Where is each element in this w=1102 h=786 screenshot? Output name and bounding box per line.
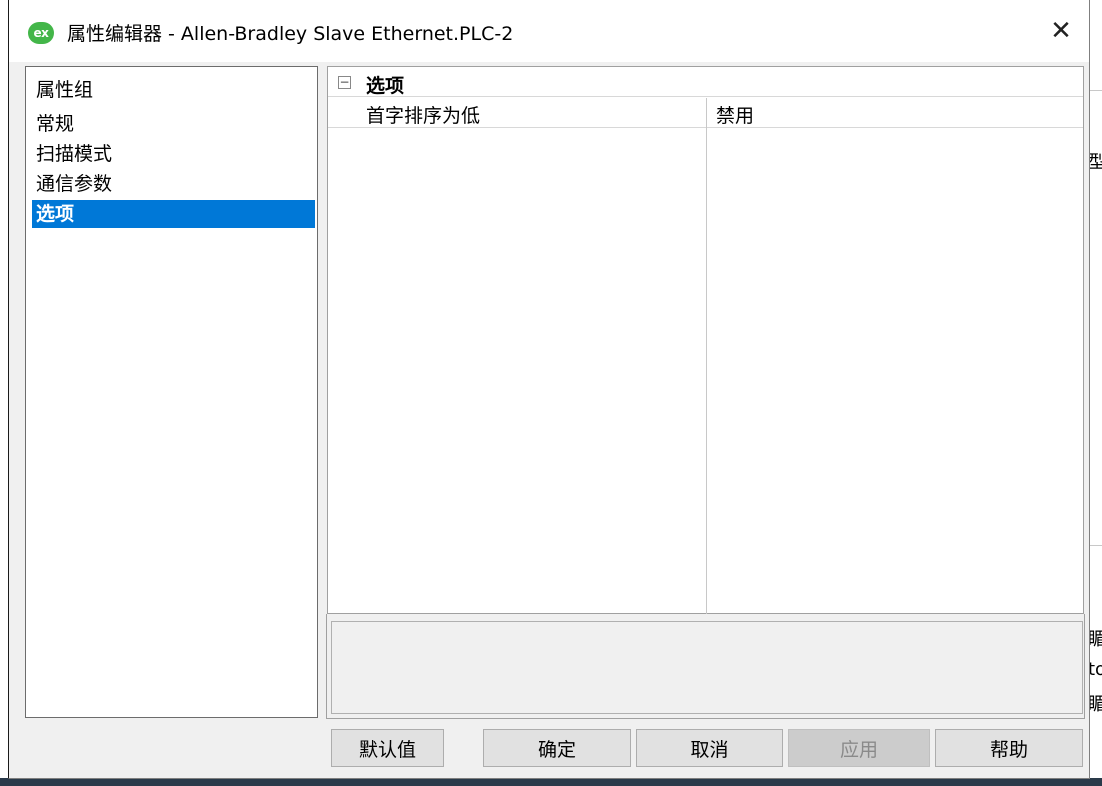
background-text: 睸 [1090, 629, 1102, 650]
section-label: 选项 [366, 75, 405, 97]
property-name: 首字排序为低 [366, 105, 481, 127]
property-groups-header: 属性组 [36, 79, 94, 101]
background-text: 睸 [1090, 694, 1102, 715]
taskbar-strip [0, 778, 1102, 786]
section-row-options: − 选项 [328, 67, 1083, 97]
background-text: 型 [1090, 152, 1102, 173]
description-box [331, 621, 1083, 714]
window-title: 属性编辑器 - Allen-Bradley Slave Ethernet.PLC… [67, 23, 514, 45]
app-icon: ex [28, 22, 54, 44]
background-text: to [1090, 659, 1102, 680]
group-item-communication-params[interactable]: 通信参数 [32, 170, 315, 198]
collapse-icon[interactable]: − [338, 76, 351, 89]
background-app: 型 睸 to 睸 [1090, 0, 1102, 786]
defaults-button[interactable]: 默认值 [331, 729, 444, 767]
close-button[interactable]: ✕ [1033, 0, 1089, 62]
help-button[interactable]: 帮助 [935, 729, 1083, 767]
property-grid: − 选项 首字排序为低 禁用 [327, 66, 1084, 614]
background-divider [1090, 90, 1102, 91]
cancel-button[interactable]: 取消 [636, 729, 783, 767]
background-divider [1090, 545, 1102, 546]
property-editor-dialog: ex 属性编辑器 - Allen-Bradley Slave Ethernet.… [8, 0, 1090, 779]
group-item-options[interactable]: 选项 [32, 200, 315, 228]
column-divider[interactable] [706, 98, 707, 614]
close-icon: ✕ [1050, 16, 1072, 46]
group-item-general[interactable]: 常规 [32, 110, 315, 138]
title-bar[interactable]: ex 属性编辑器 - Allen-Bradley Slave Ethernet.… [9, 0, 1089, 62]
group-item-scan-mode[interactable]: 扫描模式 [32, 140, 315, 168]
ok-button[interactable]: 确定 [483, 729, 631, 767]
apply-button[interactable]: 应用 [788, 729, 930, 767]
property-groups-panel: 属性组 常规 扫描模式 通信参数 选项 [25, 66, 318, 718]
property-value[interactable]: 禁用 [716, 101, 754, 128]
